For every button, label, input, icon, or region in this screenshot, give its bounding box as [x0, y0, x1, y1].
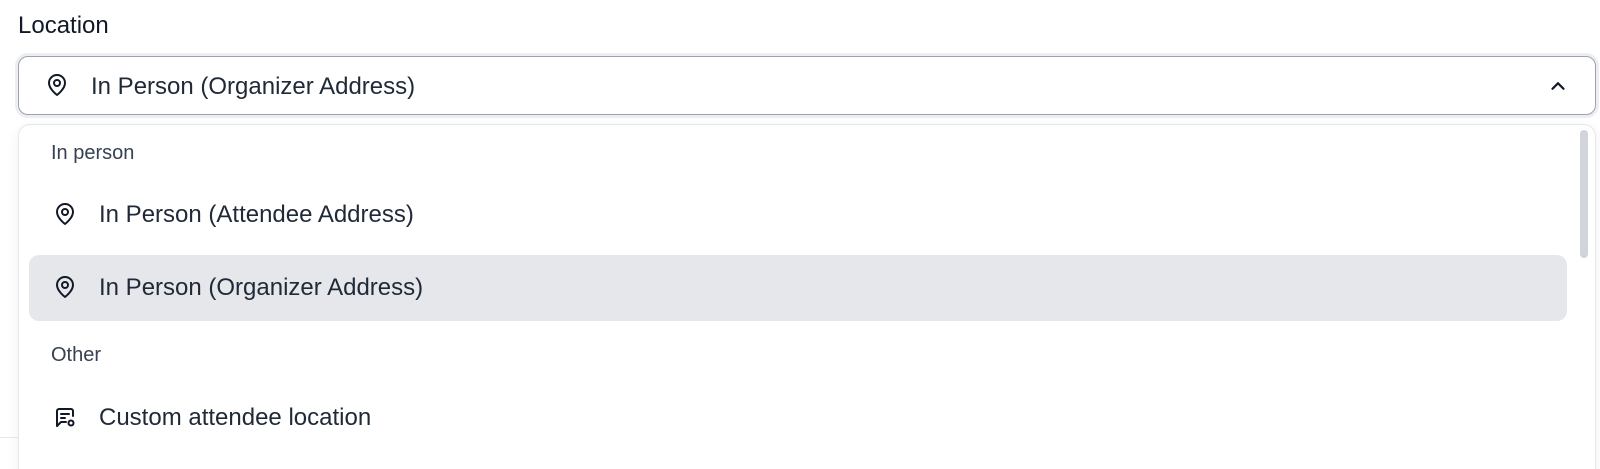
listbox-scrollbar-thumb[interactable]: [1580, 130, 1588, 258]
location-select-trigger[interactable]: In Person (Organizer Address): [18, 56, 1596, 115]
divider: [0, 437, 18, 438]
map-pin-icon: [53, 202, 77, 226]
group-heading-in-person: In person: [51, 142, 135, 164]
location-label: Location: [18, 12, 109, 39]
selected-location-value: In Person (Organizer Address): [91, 73, 416, 100]
message-location-icon: [53, 405, 77, 429]
chevron-up-icon[interactable]: [1547, 75, 1569, 97]
location-options-listbox[interactable]: In person In Person (Attendee Address) I…: [18, 124, 1596, 469]
option-label: In Person (Attendee Address): [99, 201, 414, 228]
option-label: Custom attendee location: [99, 404, 372, 431]
option-in-person-attendee-address[interactable]: In Person (Attendee Address): [29, 182, 1567, 248]
option-label: In Person (Organizer Address): [99, 274, 424, 301]
group-heading-other: Other: [51, 344, 102, 366]
option-custom-attendee-location[interactable]: Custom attendee location: [29, 385, 1567, 451]
map-pin-icon: [53, 275, 77, 299]
option-in-person-organizer-address[interactable]: In Person (Organizer Address): [29, 255, 1567, 321]
location-select-page: Location In Person (Organizer Address) I…: [0, 0, 1600, 469]
map-pin-icon: [45, 73, 69, 97]
